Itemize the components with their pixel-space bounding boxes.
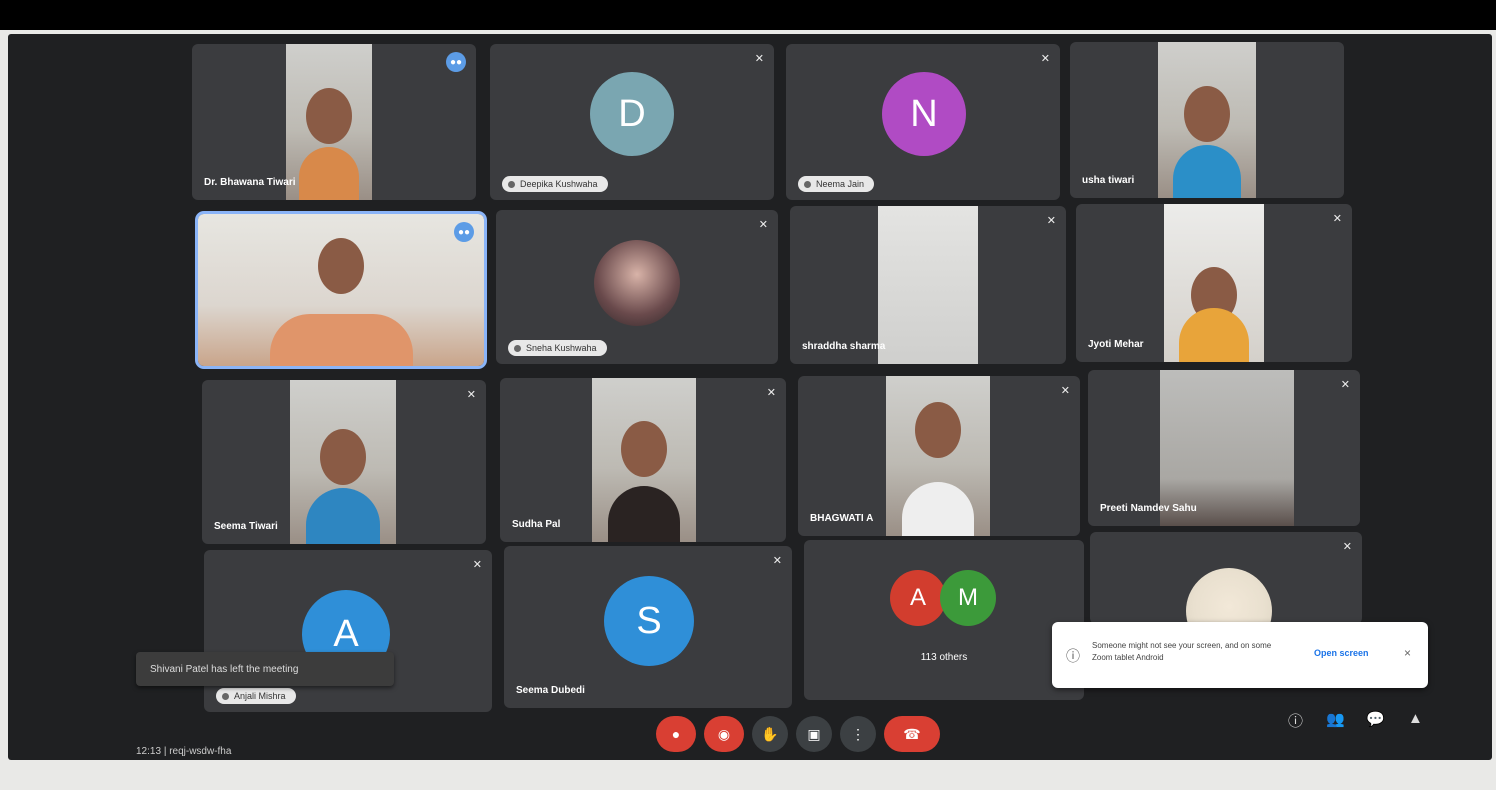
mic-off-icon: ✕ — [1332, 213, 1342, 225]
mic-off-icon: ✕ — [766, 387, 776, 399]
mic-off-icon: ● — [671, 726, 681, 742]
camera-off-icon: ◉ — [717, 725, 731, 742]
participant-name: Seema Tiwari — [214, 521, 278, 532]
participant-tile-others[interactable]: A M 113 others — [804, 540, 1084, 700]
more-options-button[interactable]: ⋮ — [840, 716, 876, 752]
mic-off-icon: ✕ — [472, 559, 482, 571]
participant-tile-r4c1[interactable]: A ✕ Anjali Mishra — [204, 550, 492, 712]
others-avatar-1: A — [890, 570, 946, 626]
top-black-bar — [0, 0, 1496, 30]
mic-off-icon: ✕ — [758, 219, 768, 231]
participant-left-toast: Shivani Patel has left the meeting — [136, 652, 394, 686]
participant-name: Jyoti Mehar — [1088, 339, 1144, 350]
participant-tile-r2c4[interactable]: ✕ Jyoti Mehar — [1076, 204, 1352, 362]
hang-up-icon: ☎ — [903, 725, 921, 742]
participant-profile-photo — [1186, 568, 1272, 624]
mic-off-icon: ✕ — [466, 389, 476, 401]
meeting-info: 12:13 | reqj-wsdw-fha — [136, 746, 231, 757]
participant-tile-r4c2[interactable]: S ✕ Seema Dubedi — [504, 546, 792, 708]
participant-profile-photo — [594, 240, 680, 326]
mic-off-icon: ✕ — [754, 53, 764, 65]
participant-tile-r4c4[interactable]: ✕ — [1090, 532, 1362, 624]
mic-off-icon: ✕ — [1340, 379, 1350, 391]
participant-video — [886, 376, 990, 536]
participant-tile-r2c3[interactable]: ✕ shraddha sharma — [790, 206, 1066, 364]
participant-name: Preeti Namdev Sahu — [1100, 503, 1197, 514]
present-icon: ▣ — [807, 725, 821, 742]
participant-video — [286, 44, 372, 200]
speaking-indicator-icon: ●● — [454, 222, 474, 242]
people-icon[interactable]: 👥 — [1326, 710, 1345, 728]
participant-video — [1158, 42, 1256, 198]
participant-tile-r2c2[interactable]: ✕ Sneha Kushwaha — [496, 210, 778, 364]
participant-name: Sudha Pal — [512, 519, 561, 530]
participant-video — [1164, 204, 1264, 362]
activities-icon[interactable]: ▲ — [1408, 710, 1423, 727]
speaking-indicator-icon: ●● — [446, 52, 466, 72]
participant-avatar: D — [590, 72, 674, 156]
participant-name: shraddha sharma — [802, 341, 886, 352]
participant-name-chip: Sneha Kushwaha — [508, 340, 607, 356]
leave-call-button[interactable]: ☎ — [884, 716, 940, 752]
participant-tile-r3c3[interactable]: ✕ BHAGWATI A — [798, 376, 1080, 536]
participant-name: Seema Dubedi — [516, 685, 585, 696]
participant-avatar: S — [604, 576, 694, 666]
participant-name-chip: Anjali Mishra — [216, 688, 296, 704]
others-count-label: 113 others — [920, 652, 968, 663]
raise-hand-button[interactable]: ✋ — [752, 716, 788, 752]
participant-name: BHAGWATI A — [810, 513, 874, 524]
meeting-code: | reqj-wsdw-fha — [163, 746, 232, 757]
participant-video — [878, 206, 978, 364]
open-screen-button[interactable]: Open screen — [1314, 648, 1369, 658]
camera-off-button[interactable]: ◉ — [704, 716, 744, 752]
participant-tile-r1c3[interactable]: N ✕ Neema Jain — [786, 44, 1060, 200]
close-notice-button[interactable]: × — [1404, 646, 1411, 660]
mic-off-icon: ✕ — [772, 555, 782, 567]
participant-tile-r2c1[interactable]: ●● — [195, 211, 487, 369]
clock-time: 12:13 — [136, 746, 162, 757]
participant-tile-r1c4[interactable]: usha tiwari — [1070, 42, 1344, 198]
raise-hand-icon: ✋ — [761, 725, 779, 742]
present-button[interactable]: ▣ — [796, 716, 832, 752]
info-icon[interactable]: ⓘ — [1288, 710, 1303, 731]
participant-name: usha tiwari — [1082, 175, 1135, 186]
mic-off-icon: ✕ — [1046, 215, 1056, 227]
mic-off-icon: ✕ — [1040, 53, 1050, 65]
mic-off-icon: ✕ — [1060, 385, 1070, 397]
chat-icon[interactable]: 💬 — [1366, 710, 1385, 728]
notice-text: Someone might not see your screen, and o… — [1092, 641, 1272, 662]
mic-off-button[interactable]: ● — [656, 716, 696, 752]
participant-name-chip: Neema Jain — [798, 176, 875, 192]
participant-video — [198, 214, 484, 366]
others-avatar-2: M — [940, 570, 996, 626]
participant-name-chip: Deepika Kushwaha — [502, 176, 608, 192]
screen-share-notice: ⓘ Someone might not see your screen, and… — [1052, 622, 1428, 688]
info-icon: ⓘ — [1066, 648, 1080, 664]
participant-avatar: N — [882, 72, 966, 156]
participant-name: Dr. Bhawana Tiwari — [204, 177, 296, 188]
participant-video — [290, 380, 396, 544]
participant-tile-r3c2[interactable]: ✕ Sudha Pal — [500, 378, 786, 542]
participant-tile-r3c4[interactable]: ✕ Preeti Namdev Sahu — [1088, 370, 1360, 526]
mic-off-icon: ✕ — [1342, 541, 1352, 553]
participant-tile-r1c2[interactable]: D ✕ Deepika Kushwaha — [490, 44, 774, 200]
participant-tile-r1c1[interactable]: ●● Dr. Bhawana Tiwari — [192, 44, 476, 200]
participant-tile-r3c1[interactable]: ✕ Seema Tiwari — [202, 380, 486, 544]
more-icon: ⋮ — [851, 725, 865, 742]
participant-video — [592, 378, 696, 542]
